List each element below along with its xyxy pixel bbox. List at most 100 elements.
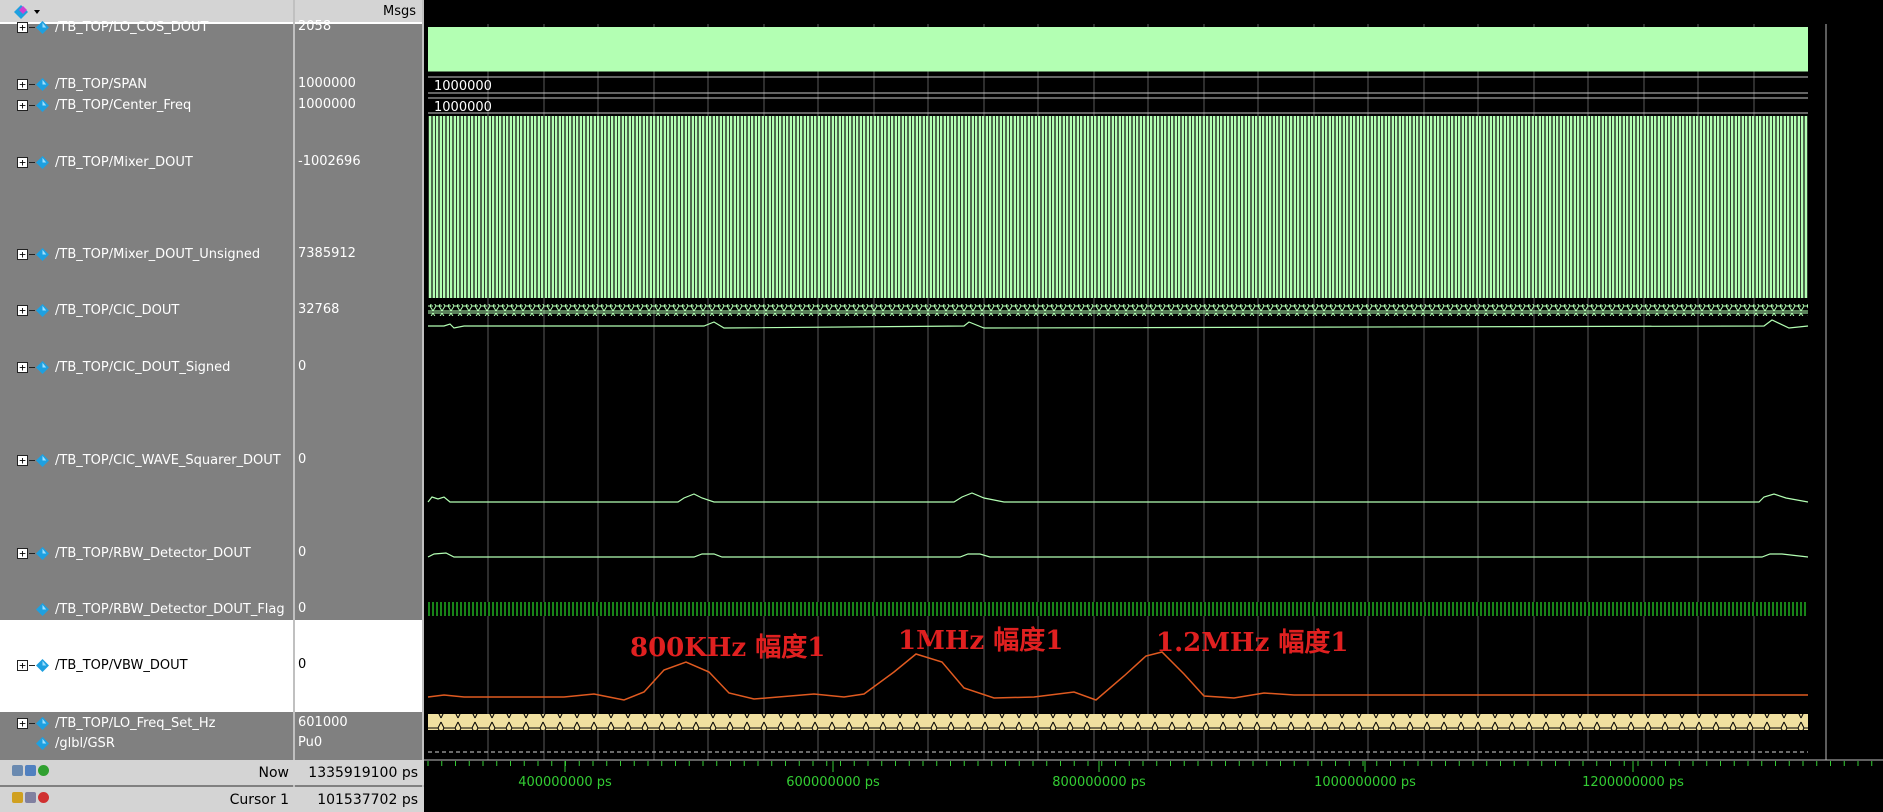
timeline-ruler[interactable]: 400000000 ps 600000000 ps 800000000 ps 1000… <box>427 761 1873 790</box>
wave-cic-dout-signed[interactable] <box>428 319 1809 329</box>
wave-span-value: 1000000 <box>434 79 492 94</box>
signal-value: 1000000 <box>298 97 356 112</box>
signal-value: 0 <box>298 452 307 467</box>
status-cursor-row: Cursor 1 101537702 ps <box>0 787 424 812</box>
waveform-canvas[interactable]: 1000000 1000000 400000000 ps 600000000 p… <box>424 0 1883 810</box>
expand-toggle-icon[interactable]: + <box>17 454 28 466</box>
signal-row[interactable]: + /TB_TOP/SPAN <box>0 75 147 93</box>
tree-connector <box>29 309 35 311</box>
signal-diamond-icon <box>36 247 49 261</box>
signal-row[interactable]: + /TB_TOP/Center_Freq <box>0 96 191 114</box>
signal-diamond-icon <box>36 736 49 750</box>
timeline-label: 400000000 ps <box>518 775 612 790</box>
status-now-row: Now 1335919100 ps <box>0 760 424 785</box>
signal-name: /TB_TOP/CIC_DOUT <box>55 302 180 318</box>
expand-toggle-icon[interactable]: + <box>17 248 28 260</box>
wrench-icon[interactable] <box>25 792 36 803</box>
expand-toggle-icon[interactable]: + <box>17 21 28 33</box>
annotation-1mhz: 1MHz 幅度1 <box>898 626 1064 656</box>
signal-name: /TB_TOP/Center_Freq <box>55 97 192 113</box>
signal-row[interactable]: + /TB_TOP/LO_COS_DOUT <box>0 18 208 36</box>
expand-toggle-icon[interactable]: + <box>17 99 28 111</box>
signal-name: /glbl/GSR <box>55 735 115 751</box>
tree-connector <box>29 26 35 28</box>
annotation-800khz: 800KHz 幅度1 <box>630 633 826 663</box>
timeline-label: 800000000 ps <box>1052 775 1146 790</box>
signal-name: /TB_TOP/SPAN <box>55 76 148 92</box>
signal-value: Pu0 <box>298 735 323 750</box>
tree-connector <box>29 722 35 724</box>
signal-diamond-icon <box>36 602 49 616</box>
signal-row[interactable]: + /TB_TOP/RBW_Detector_DOUT <box>0 544 251 562</box>
signal-name: /TB_TOP/CIC_WAVE_Squarer_DOUT <box>55 452 281 468</box>
signal-value: 2058 <box>298 19 332 34</box>
wave-center-freq-value: 1000000 <box>434 100 492 115</box>
signal-diamond-icon <box>36 77 49 91</box>
wave-center-freq[interactable]: 1000000 <box>428 97 1808 115</box>
signal-row[interactable]: + /TB_TOP/CIC_WAVE_Squarer_DOUT <box>0 451 281 469</box>
signal-name: /TB_TOP/RBW_Detector_DOUT_Flag <box>55 601 285 617</box>
expand-toggle-icon[interactable]: + <box>17 156 28 168</box>
expand-toggle-icon[interactable]: + <box>17 361 28 373</box>
window-icon[interactable] <box>25 765 36 776</box>
signal-row[interactable]: + /TB_TOP/Mixer_DOUT_Unsigned <box>0 245 260 263</box>
wave-mixer-dout-unsigned[interactable] <box>428 200 1808 298</box>
signal-row[interactable]: + /TB_TOP/Mixer_DOUT <box>0 153 193 171</box>
signal-row[interactable]: /TB_TOP/RBW_Detector_DOUT_Flag <box>0 600 285 618</box>
signal-name: /TB_TOP/Mixer_DOUT_Unsigned <box>55 246 261 262</box>
signal-name: /TB_TOP/VBW_DOUT <box>55 657 188 673</box>
tree-connector <box>29 459 35 461</box>
tree-connector <box>29 552 35 554</box>
signal-diamond-icon <box>36 360 49 374</box>
tree-connector <box>29 161 35 163</box>
remove-cursor-icon[interactable] <box>38 792 49 803</box>
timeline-label: 600000000 ps <box>786 775 880 790</box>
wave-cic-dout[interactable] <box>428 304 1808 316</box>
wave-span[interactable]: 1000000 <box>428 76 1808 94</box>
signal-row[interactable]: + /TB_TOP/CIC_DOUT <box>0 301 179 319</box>
expand-toggle-icon[interactable]: + <box>17 547 28 559</box>
wave-rbw-detector-dout[interactable] <box>427 552 1809 558</box>
waveform-pane[interactable]: 1000000 1000000 400000000 ps 600000000 p… <box>424 0 1883 810</box>
expand-toggle-icon[interactable]: + <box>17 304 28 316</box>
signal-diamond-icon <box>36 546 49 560</box>
signal-row[interactable]: /glbl/GSR <box>0 734 115 752</box>
signal-value: 0 <box>298 657 307 672</box>
signal-name: /TB_TOP/Mixer_DOUT <box>55 154 193 170</box>
signal-row[interactable]: + /TB_TOP/VBW_DOUT <box>0 656 188 674</box>
expand-toggle-icon[interactable]: + <box>17 78 28 90</box>
timeline-label: 1000000000 ps <box>1314 775 1416 790</box>
wave-lo-cos-dout[interactable] <box>428 27 1808 71</box>
wave-lo-freq-set-hz[interactable] <box>428 714 1808 730</box>
annotation-1-2mhz: 1.2MHz 幅度1 <box>1156 628 1349 658</box>
signal-name: /TB_TOP/CIC_DOUT_Signed <box>55 359 231 375</box>
signal-diamond-icon <box>36 20 49 34</box>
signal-diamond-icon <box>36 453 49 467</box>
wave-rbw-detector-dout-flag[interactable] <box>428 602 1808 616</box>
zoom-icon[interactable] <box>12 765 23 776</box>
signal-value: 1000000 <box>298 76 356 91</box>
signal-diamond-icon <box>36 716 49 730</box>
now-value: 1335919100 ps <box>308 765 418 781</box>
signal-row[interactable]: + /TB_TOP/LO_Freq_Set_Hz <box>0 714 215 732</box>
tree-connector <box>29 83 35 85</box>
wave-cic-wave-squarer-dout[interactable] <box>427 492 1809 503</box>
signal-name: /TB_TOP/RBW_Detector_DOUT <box>55 545 251 561</box>
add-cursor-icon[interactable] <box>38 765 49 776</box>
cursor-label[interactable]: Cursor 1 <box>230 792 289 808</box>
now-label: Now <box>258 765 290 781</box>
signal-value: -1002696 <box>298 154 361 169</box>
signal-name: /TB_TOP/LO_Freq_Set_Hz <box>55 715 216 731</box>
tree-connector <box>29 253 35 255</box>
signal-row[interactable]: + /TB_TOP/CIC_DOUT_Signed <box>0 358 230 376</box>
signal-value: 0 <box>298 601 307 616</box>
selected-row-value-highlight <box>295 620 422 712</box>
signal-value: 0 <box>298 545 307 560</box>
signal-value: 601000 <box>298 715 348 730</box>
signal-value: 32768 <box>298 302 340 317</box>
signal-diamond-icon <box>36 98 49 112</box>
tree-connector <box>29 366 35 368</box>
expand-toggle-icon[interactable]: + <box>17 717 28 729</box>
expand-toggle-icon[interactable]: + <box>17 659 28 671</box>
lock-icon[interactable] <box>12 792 23 803</box>
